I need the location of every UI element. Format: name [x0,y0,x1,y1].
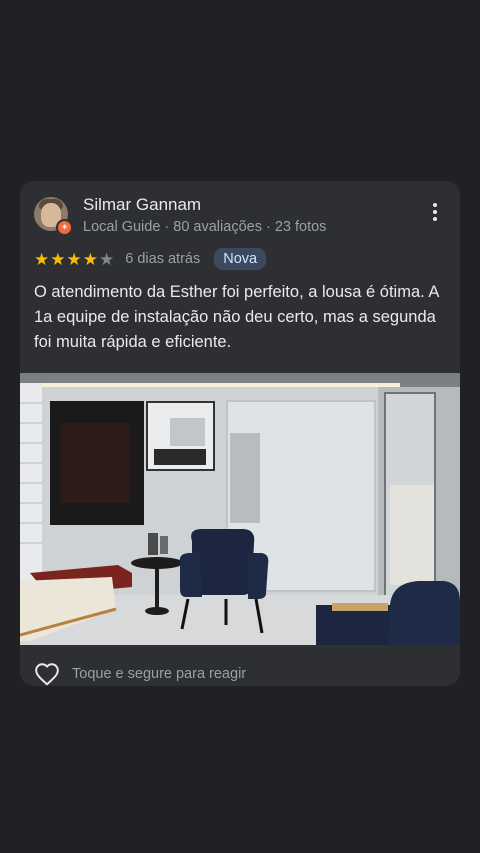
review-photo[interactable] [20,373,460,645]
star-icon: ★ [99,249,115,269]
star-icon: ★ [34,249,50,269]
heart-icon [35,663,59,686]
author-meta: Local Guide · 80 avaliações · 23 fotos [83,219,327,235]
review-text: O atendimento da Esther foi perfeito, a … [34,283,439,351]
author-name[interactable]: Silmar Gannam [83,195,201,215]
review-time: 6 dias atrás [125,251,201,267]
rating-row: ★ ★ ★ ★ ★ 6 dias atrás Nova [34,247,267,271]
star-icon: ★ [50,249,66,269]
more-options-icon[interactable] [430,203,440,227]
new-badge: Nova [214,248,267,270]
star-icon: ★ [82,249,98,269]
star-icon: ★ [66,249,82,269]
react-label: Toque e segure para reagir [72,666,247,682]
react-button[interactable]: Toque e segure para reagir [34,661,246,686]
review-card: ✶ Silmar Gannam Local Guide · 80 avaliaç… [20,181,460,686]
local-guide-icon: ✶ [56,219,73,236]
